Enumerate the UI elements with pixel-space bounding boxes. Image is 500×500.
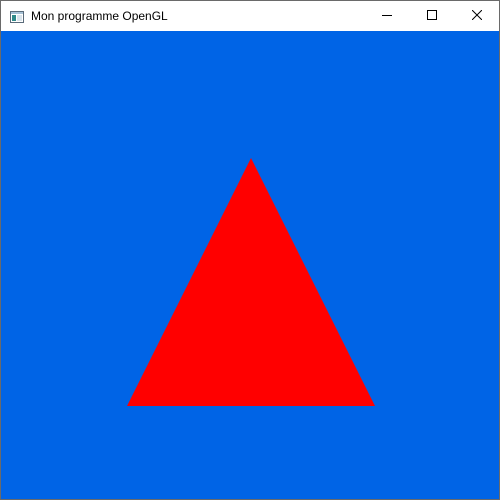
maximize-icon (426, 7, 437, 25)
minimize-button[interactable] (364, 1, 409, 31)
title-bar[interactable]: Mon programme OpenGL (1, 1, 499, 31)
app-window: Mon programme OpenGL (0, 0, 500, 500)
close-button[interactable] (454, 1, 499, 31)
close-icon (471, 7, 482, 25)
window-title: Mon programme OpenGL (31, 9, 168, 23)
app-window-icon[interactable] (10, 10, 24, 23)
minimize-icon (381, 7, 392, 25)
opengl-canvas[interactable] (1, 31, 499, 499)
maximize-button[interactable] (409, 1, 454, 31)
